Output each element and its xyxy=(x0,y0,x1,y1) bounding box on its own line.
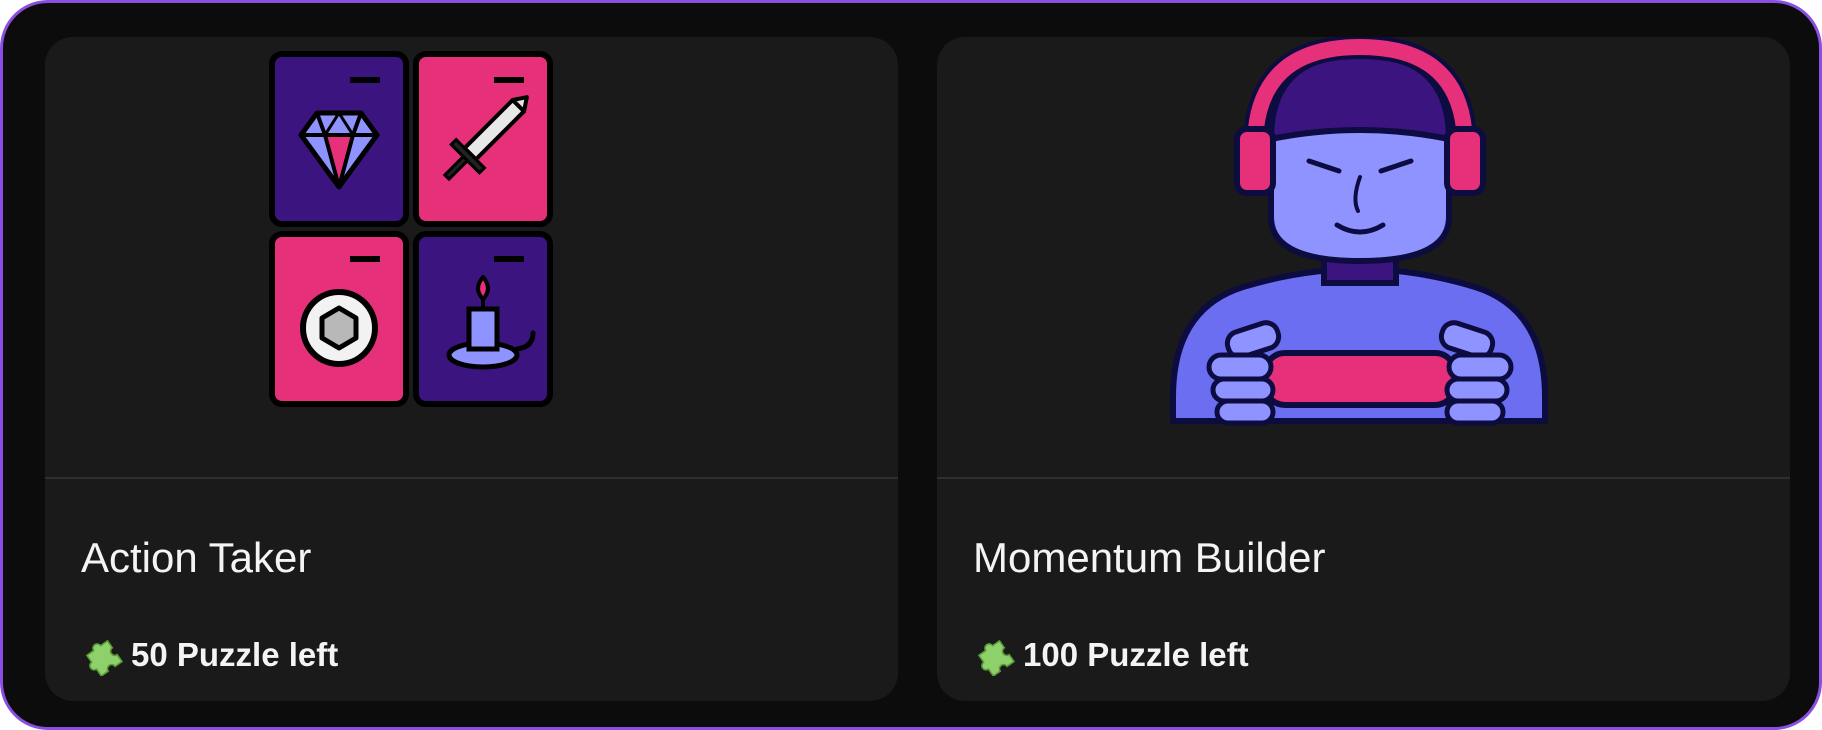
cards-icon xyxy=(269,51,553,407)
card-divider xyxy=(937,477,1790,479)
achievement-card-action-taker[interactable]: Action Taker 50 Puzzle left xyxy=(45,37,898,701)
card-divider xyxy=(45,477,898,479)
card-illustration xyxy=(45,37,898,477)
card-title: Action Taker xyxy=(81,534,312,581)
puzzle-count-label: 50 Puzzle left xyxy=(131,636,339,673)
puzzle-count-label: 100 Puzzle left xyxy=(1023,636,1249,673)
puzzle-count: 100 Puzzle left xyxy=(973,633,1249,677)
gamer-icon xyxy=(1170,37,1548,426)
achievement-panel: Action Taker 50 Puzzle left Momentum Bui… xyxy=(0,0,1822,730)
puzzle-piece-icon xyxy=(977,639,1015,676)
achievement-card-momentum-builder[interactable]: Momentum Builder 100 Puzzle left xyxy=(937,37,1790,701)
puzzle-piece-icon xyxy=(85,639,123,676)
puzzle-count: 50 Puzzle left xyxy=(81,633,338,677)
card-title: Momentum Builder xyxy=(973,534,1326,581)
card-illustration xyxy=(937,37,1790,477)
